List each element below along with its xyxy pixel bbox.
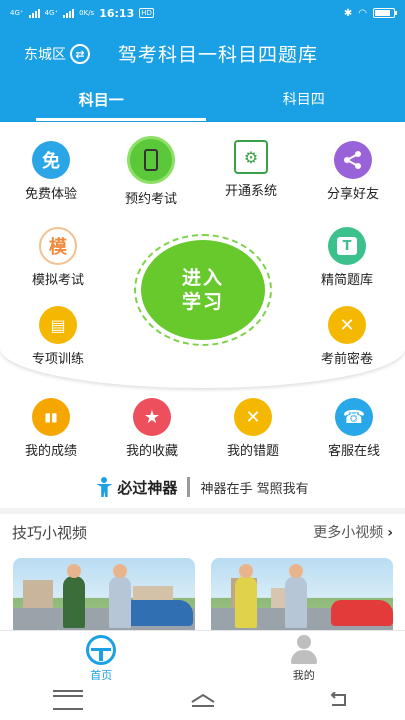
wifi-icon: ◠ (358, 7, 367, 19)
divider (187, 477, 191, 497)
chevron-right-icon: › (387, 525, 393, 541)
enter-study-button[interactable]: 进入 学习 (141, 240, 265, 340)
bluetooth-icon: ✱ (343, 7, 353, 19)
page-title: 驾考科目一科目四题库 (118, 44, 319, 66)
bottom-navigation: 首页 我的 (0, 630, 405, 682)
share-friends-button[interactable]: 分享好友 (308, 141, 398, 202)
nav-home[interactable]: 首页 (0, 631, 203, 682)
mock-exam-label: 模拟考试 (31, 273, 84, 288)
section-divider (0, 508, 405, 514)
enter-study-line2: 学习 (181, 291, 224, 313)
my-scores-button[interactable]: ▮▮ 我的成绩 (6, 398, 96, 459)
video-thumbnail-2[interactable] (211, 558, 393, 630)
city-selector[interactable]: 东城区 ⇄ (24, 44, 90, 64)
back-icon (330, 692, 346, 706)
text-icon: T (328, 227, 366, 265)
video-section-header: 技巧小视频 更多小视频 › (12, 516, 393, 548)
hd-badge: HD (139, 8, 154, 18)
slogan-main: 必过神器 (96, 477, 177, 498)
my-mistakes-label: 我的错题 (226, 444, 279, 459)
pre-exam-paper-button[interactable]: ✕ 考前密卷 (302, 306, 392, 367)
system-navigation (0, 680, 405, 720)
my-favorites-label: 我的收藏 (125, 444, 178, 459)
mistake-icon: ✕ (234, 398, 272, 436)
clock: 16:13 (99, 6, 135, 20)
app-header: 东城区 ⇄ 驾考科目一科目四题库 (0, 26, 405, 78)
my-favorites-button[interactable]: ★ 我的收藏 (107, 398, 197, 459)
steering-wheel-icon (86, 635, 117, 665)
pre-exam-paper-label: 考前密卷 (320, 352, 373, 367)
slogan-sub: 神器在手 驾照我有 (200, 481, 309, 497)
status-bar: 4G⁺ 4G⁺ 0K/s 16:13 HD ✱ ◠ (0, 0, 405, 26)
concise-bank-label: 精简题库 (320, 273, 373, 288)
user-icon (289, 635, 319, 665)
video-thumbnail-1[interactable] (13, 558, 195, 630)
my-scores-label: 我的成绩 (24, 444, 77, 459)
nav-mine[interactable]: 我的 (203, 631, 405, 682)
network-indicator-1: 4G⁺ (10, 9, 24, 17)
phone-icon (127, 136, 175, 184)
cross-icon: ✕ (328, 306, 366, 344)
slogan-bar: 必过神器 神器在手 驾照我有 (0, 472, 405, 502)
signal-icon (28, 8, 40, 18)
book-exam-label: 预约考试 (124, 192, 177, 207)
slogan-main-text: 必过神器 (117, 478, 178, 497)
share-icon (334, 141, 372, 179)
city-label: 东城区 (24, 47, 66, 63)
open-system-button[interactable]: ⚙ 开通系统 (206, 140, 296, 199)
headset-icon: ☎ (335, 398, 373, 436)
clipboard-icon: ▤ (39, 306, 77, 344)
network-indicator-2: 4G⁺ (44, 9, 59, 17)
enter-study-ring: 进入 学习 (134, 234, 272, 346)
chart-icon: ▮▮ (32, 398, 70, 436)
tab-subject-one[interactable]: 科目一 (0, 78, 206, 122)
network-speed: 0K/s (79, 9, 95, 17)
home-icon (190, 693, 215, 707)
settings-doc-icon: ⚙ (234, 140, 268, 174)
menu-button[interactable] (52, 690, 83, 710)
home-button[interactable] (188, 690, 218, 710)
more-videos-link[interactable]: 更多小视频 › (313, 522, 393, 542)
tab-subject-four[interactable]: 科目四 (203, 78, 405, 122)
enter-study-line1: 进入 (181, 267, 224, 289)
mock-icon: 模 (39, 227, 77, 265)
free-trial-label: 免费体验 (24, 187, 77, 202)
free-icon: 免 (32, 141, 70, 179)
menu-icon (52, 690, 83, 710)
open-system-label: 开通系统 (224, 184, 277, 199)
my-mistakes-button[interactable]: ✕ 我的错题 (208, 398, 298, 459)
book-exam-button[interactable]: 预约考试 (106, 136, 196, 207)
star-icon: ★ (133, 398, 171, 436)
special-training-label: 专项训练 (31, 352, 84, 367)
battery-icon (373, 8, 397, 18)
subject-tabs: 科目一 科目四 (0, 78, 405, 122)
customer-service-label: 客服在线 (327, 444, 380, 459)
free-trial-button[interactable]: 免 免费体验 (6, 141, 96, 202)
signal-icon-2 (63, 8, 75, 18)
swap-icon[interactable]: ⇄ (70, 44, 90, 64)
mock-exam-button[interactable]: 模 模拟考试 (13, 227, 103, 288)
customer-service-button[interactable]: ☎ 客服在线 (309, 398, 399, 459)
special-training-button[interactable]: ▤ 专项训练 (13, 306, 103, 367)
concise-bank-button[interactable]: T 精简题库 (302, 227, 392, 288)
video-section-title: 技巧小视频 (12, 523, 88, 542)
back-button[interactable] (323, 690, 353, 710)
person-icon (96, 477, 113, 497)
share-friends-label: 分享好友 (326, 187, 379, 202)
